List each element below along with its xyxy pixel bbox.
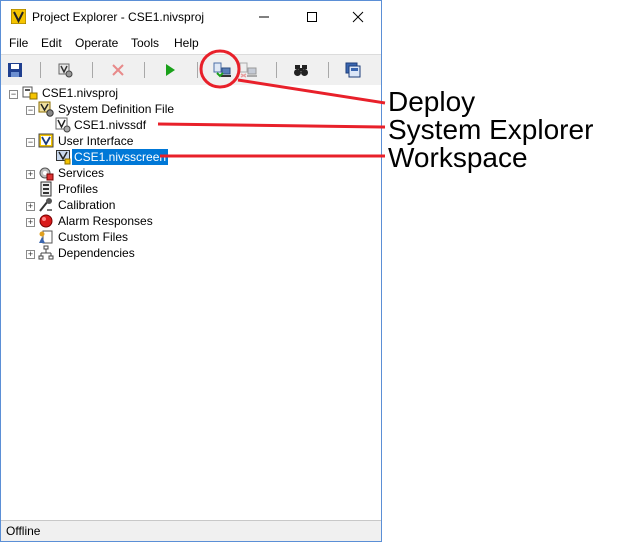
deploy-icon [213, 62, 231, 78]
menu-tools[interactable]: Tools [131, 36, 159, 50]
nivssdf-file-icon [55, 117, 71, 133]
window-title: Project Explorer - CSE1.nivsproj [32, 10, 205, 24]
run-icon [166, 64, 175, 76]
user-interface-icon [38, 133, 54, 149]
toolbar-separator [92, 62, 93, 78]
services-icon [38, 165, 54, 181]
tree-item-custom-files[interactable]: Custom Files [56, 229, 130, 245]
maximize-button[interactable] [289, 1, 335, 32]
project-icon [22, 85, 38, 101]
project-explorer-window: Project Explorer - CSE1.nivsproj File Ed… [0, 0, 382, 542]
system-definition-icon [38, 101, 54, 117]
toolbar-separator [328, 62, 329, 78]
find-icon [294, 65, 308, 76]
toolbar-separator [144, 62, 145, 78]
save-icon [8, 63, 22, 77]
tree-item-services[interactable]: Services [56, 165, 106, 181]
find-button[interactable] [290, 59, 312, 81]
save-button[interactable] [4, 59, 26, 81]
toolbar [1, 54, 381, 86]
minimize-button[interactable] [241, 1, 287, 32]
status-text: Offline [6, 524, 41, 538]
tree-item-user-interface[interactable]: User Interface [56, 133, 135, 149]
settings-button[interactable] [54, 59, 76, 81]
tree-item-calibration[interactable]: Calibration [56, 197, 117, 213]
menu-bar: File Edit Operate Tools Help [1, 32, 381, 54]
delete-icon [112, 64, 124, 76]
nivsscreen-file-icon [55, 149, 71, 165]
menu-operate[interactable]: Operate [75, 36, 118, 50]
annotation-system-explorer: System Explorer [388, 114, 594, 145]
deploy-button[interactable] [211, 59, 233, 81]
menu-file[interactable]: File [9, 36, 28, 50]
menu-help[interactable]: Help [174, 36, 199, 50]
tree-item-system-definition-file[interactable]: System Definition File [56, 101, 176, 117]
undeploy-icon [239, 62, 257, 78]
dependencies-icon [38, 245, 54, 261]
menu-edit[interactable]: Edit [41, 36, 62, 50]
undeploy-button[interactable] [237, 59, 259, 81]
close-button[interactable] [335, 1, 381, 32]
tree-item-nivssdf[interactable]: CSE1.nivssdf [72, 117, 148, 133]
close-icon [352, 11, 364, 22]
labview-v-icon [10, 8, 27, 25]
expander-collapse[interactable]: − [26, 106, 35, 115]
alarm-icon [38, 213, 54, 229]
tree-item-nivsscreen[interactable]: CSE1.nivsscreen [72, 149, 169, 165]
title-bar[interactable]: Project Explorer - CSE1.nivsproj [1, 1, 381, 32]
annotation-workspace: Workspace [388, 142, 528, 173]
expander-expand[interactable]: + [26, 218, 35, 227]
calibration-icon [38, 197, 54, 213]
annotation-deploy: Deploy [388, 86, 476, 117]
project-tree[interactable]: − CSE1.nivsproj − System Definition File… [1, 85, 381, 520]
minimize-icon [259, 16, 269, 17]
settings-icon [58, 63, 73, 78]
expander-expand[interactable]: + [26, 250, 35, 259]
delete-button[interactable] [107, 59, 129, 81]
tree-root[interactable]: CSE1.nivsproj [40, 85, 120, 101]
run-button[interactable] [159, 59, 181, 81]
toolbar-separator [40, 62, 41, 78]
profiles-icon [38, 181, 54, 197]
toolbar-separator [276, 62, 277, 78]
expander-collapse[interactable]: − [26, 138, 35, 147]
expander-expand[interactable]: + [26, 170, 35, 179]
tree-item-alarm-responses[interactable]: Alarm Responses [56, 213, 155, 229]
expander-expand[interactable]: + [26, 202, 35, 211]
workspace-icon [345, 62, 361, 78]
tree-item-dependencies[interactable]: Dependencies [56, 245, 137, 261]
workspace-button[interactable] [342, 59, 364, 81]
maximize-icon [307, 11, 317, 22]
expander-collapse[interactable]: − [9, 90, 18, 99]
toolbar-separator [197, 62, 198, 78]
custom-files-icon [38, 229, 54, 245]
status-bar: Offline [1, 520, 381, 541]
tree-item-profiles[interactable]: Profiles [56, 181, 100, 197]
